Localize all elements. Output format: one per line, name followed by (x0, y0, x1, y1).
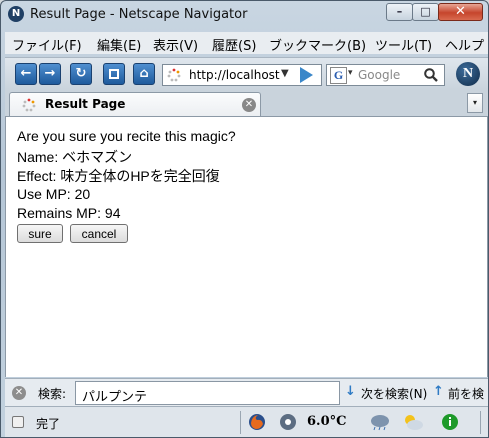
loading-spinner-icon (22, 98, 36, 112)
find-prev-button[interactable]: 前を検 (448, 385, 488, 402)
forward-button[interactable]: → (39, 63, 61, 85)
sure-button[interactable]: sure (17, 224, 63, 243)
title-bar[interactable]: N Result Page - Netscape Navigator – □ ✕ (1, 1, 488, 29)
info-status-icon[interactable] (441, 413, 459, 431)
temperature-readout: 6.0°C (307, 414, 347, 429)
reload-button[interactable]: ↻ (70, 63, 92, 85)
tab-label: Result Page (45, 97, 126, 111)
firefox-icon[interactable] (248, 413, 266, 431)
search-bar[interactable]: G ▾ Google (326, 64, 445, 86)
menu-view[interactable]: 表示(V) (153, 35, 198, 54)
loading-spinner-icon (167, 68, 181, 82)
url-bar[interactable]: http://localhost ▼ (162, 64, 322, 86)
minimize-icon: – (396, 5, 403, 18)
tab-close-icon[interactable]: ✕ (242, 98, 256, 112)
status-bar: 完了 6.0°C (5, 406, 488, 437)
cancel-button[interactable]: cancel (70, 224, 128, 243)
back-button[interactable]: ← (15, 63, 37, 85)
page-content: Are you sure you recite this magic? Name… (5, 117, 488, 377)
status-text: 完了 (36, 417, 61, 431)
use-mp: Use MP: 20 (17, 186, 91, 202)
minimize-button[interactable]: – (386, 3, 413, 21)
find-input[interactable]: パルプンテ (75, 381, 340, 405)
stop-icon (109, 69, 119, 79)
search-icon[interactable] (423, 67, 439, 83)
search-engine-dropdown-icon[interactable]: ▾ (348, 68, 353, 78)
find-next-arrow-icon[interactable]: ↓ (345, 384, 356, 399)
status-separator (240, 411, 241, 434)
menu-history[interactable]: 履歴(S) (212, 35, 256, 54)
weather-widget-icon[interactable] (279, 413, 297, 431)
home-button[interactable]: ⌂ (133, 63, 155, 85)
navigation-toolbar: ← → ↻ ⌂ http://localhost ▼ G ▾ Google N (5, 57, 488, 91)
close-icon: ✕ (455, 4, 466, 19)
security-lock-icon[interactable] (12, 416, 24, 428)
find-input-value: パルプンテ (82, 390, 148, 405)
window-title: Result Page - Netscape Navigator (30, 7, 248, 22)
tab-list-dropdown-icon[interactable]: ▾ (467, 93, 483, 113)
spell-name: Name: ベホマズン (17, 149, 133, 165)
partly-sunny-icon[interactable] (402, 413, 424, 431)
stop-button[interactable] (103, 63, 125, 85)
tab-strip: Result Page ✕ ▾ (5, 90, 488, 117)
remains-mp: Remains MP: 94 (17, 205, 121, 221)
browser-window: N Result Page - Netscape Navigator – □ ✕… (0, 0, 489, 438)
go-arrow-icon[interactable] (300, 67, 313, 83)
resize-grip[interactable] (480, 411, 481, 434)
find-close-icon[interactable]: ✕ (12, 386, 26, 400)
search-engine-icon[interactable]: G (330, 67, 347, 84)
maximize-icon: □ (420, 5, 431, 18)
menu-file[interactable]: ファイル(F) (12, 35, 82, 54)
find-label: 検索: (38, 387, 67, 401)
netscape-app-icon: N (8, 6, 24, 22)
menu-bar: ファイル(F) 編集(E) 表示(V) 履歴(S) ブックマーク(B) ツール(… (5, 32, 488, 54)
rain-cloud-icon[interactable] (369, 413, 391, 431)
confirm-question: Are you sure you recite this magic? (17, 128, 236, 144)
spell-effect: Effect: 味方全体のHPを完全回復 (17, 168, 220, 184)
menu-help[interactable]: ヘルプ (445, 35, 484, 54)
menu-tools[interactable]: ツール(T) (375, 35, 432, 54)
netscape-logo-icon[interactable]: N (456, 62, 480, 86)
url-text[interactable]: http://localhost (189, 68, 281, 82)
menu-bookmarks[interactable]: ブックマーク(B) (269, 35, 366, 54)
url-dropdown-icon[interactable]: ▼ (281, 68, 289, 79)
find-bar: ✕ 検索: パルプンテ ↓ 次を検索(N) ↑ 前を検 (5, 378, 488, 407)
close-window-button[interactable]: ✕ (438, 3, 483, 21)
tab-result-page[interactable]: Result Page ✕ (9, 92, 261, 116)
menu-edit[interactable]: 編集(E) (97, 35, 141, 54)
find-prev-arrow-icon[interactable]: ↑ (433, 384, 444, 399)
search-input[interactable]: Google (358, 68, 400, 82)
find-next-button[interactable]: 次を検索(N) (361, 385, 427, 402)
maximize-button[interactable]: □ (412, 3, 439, 21)
